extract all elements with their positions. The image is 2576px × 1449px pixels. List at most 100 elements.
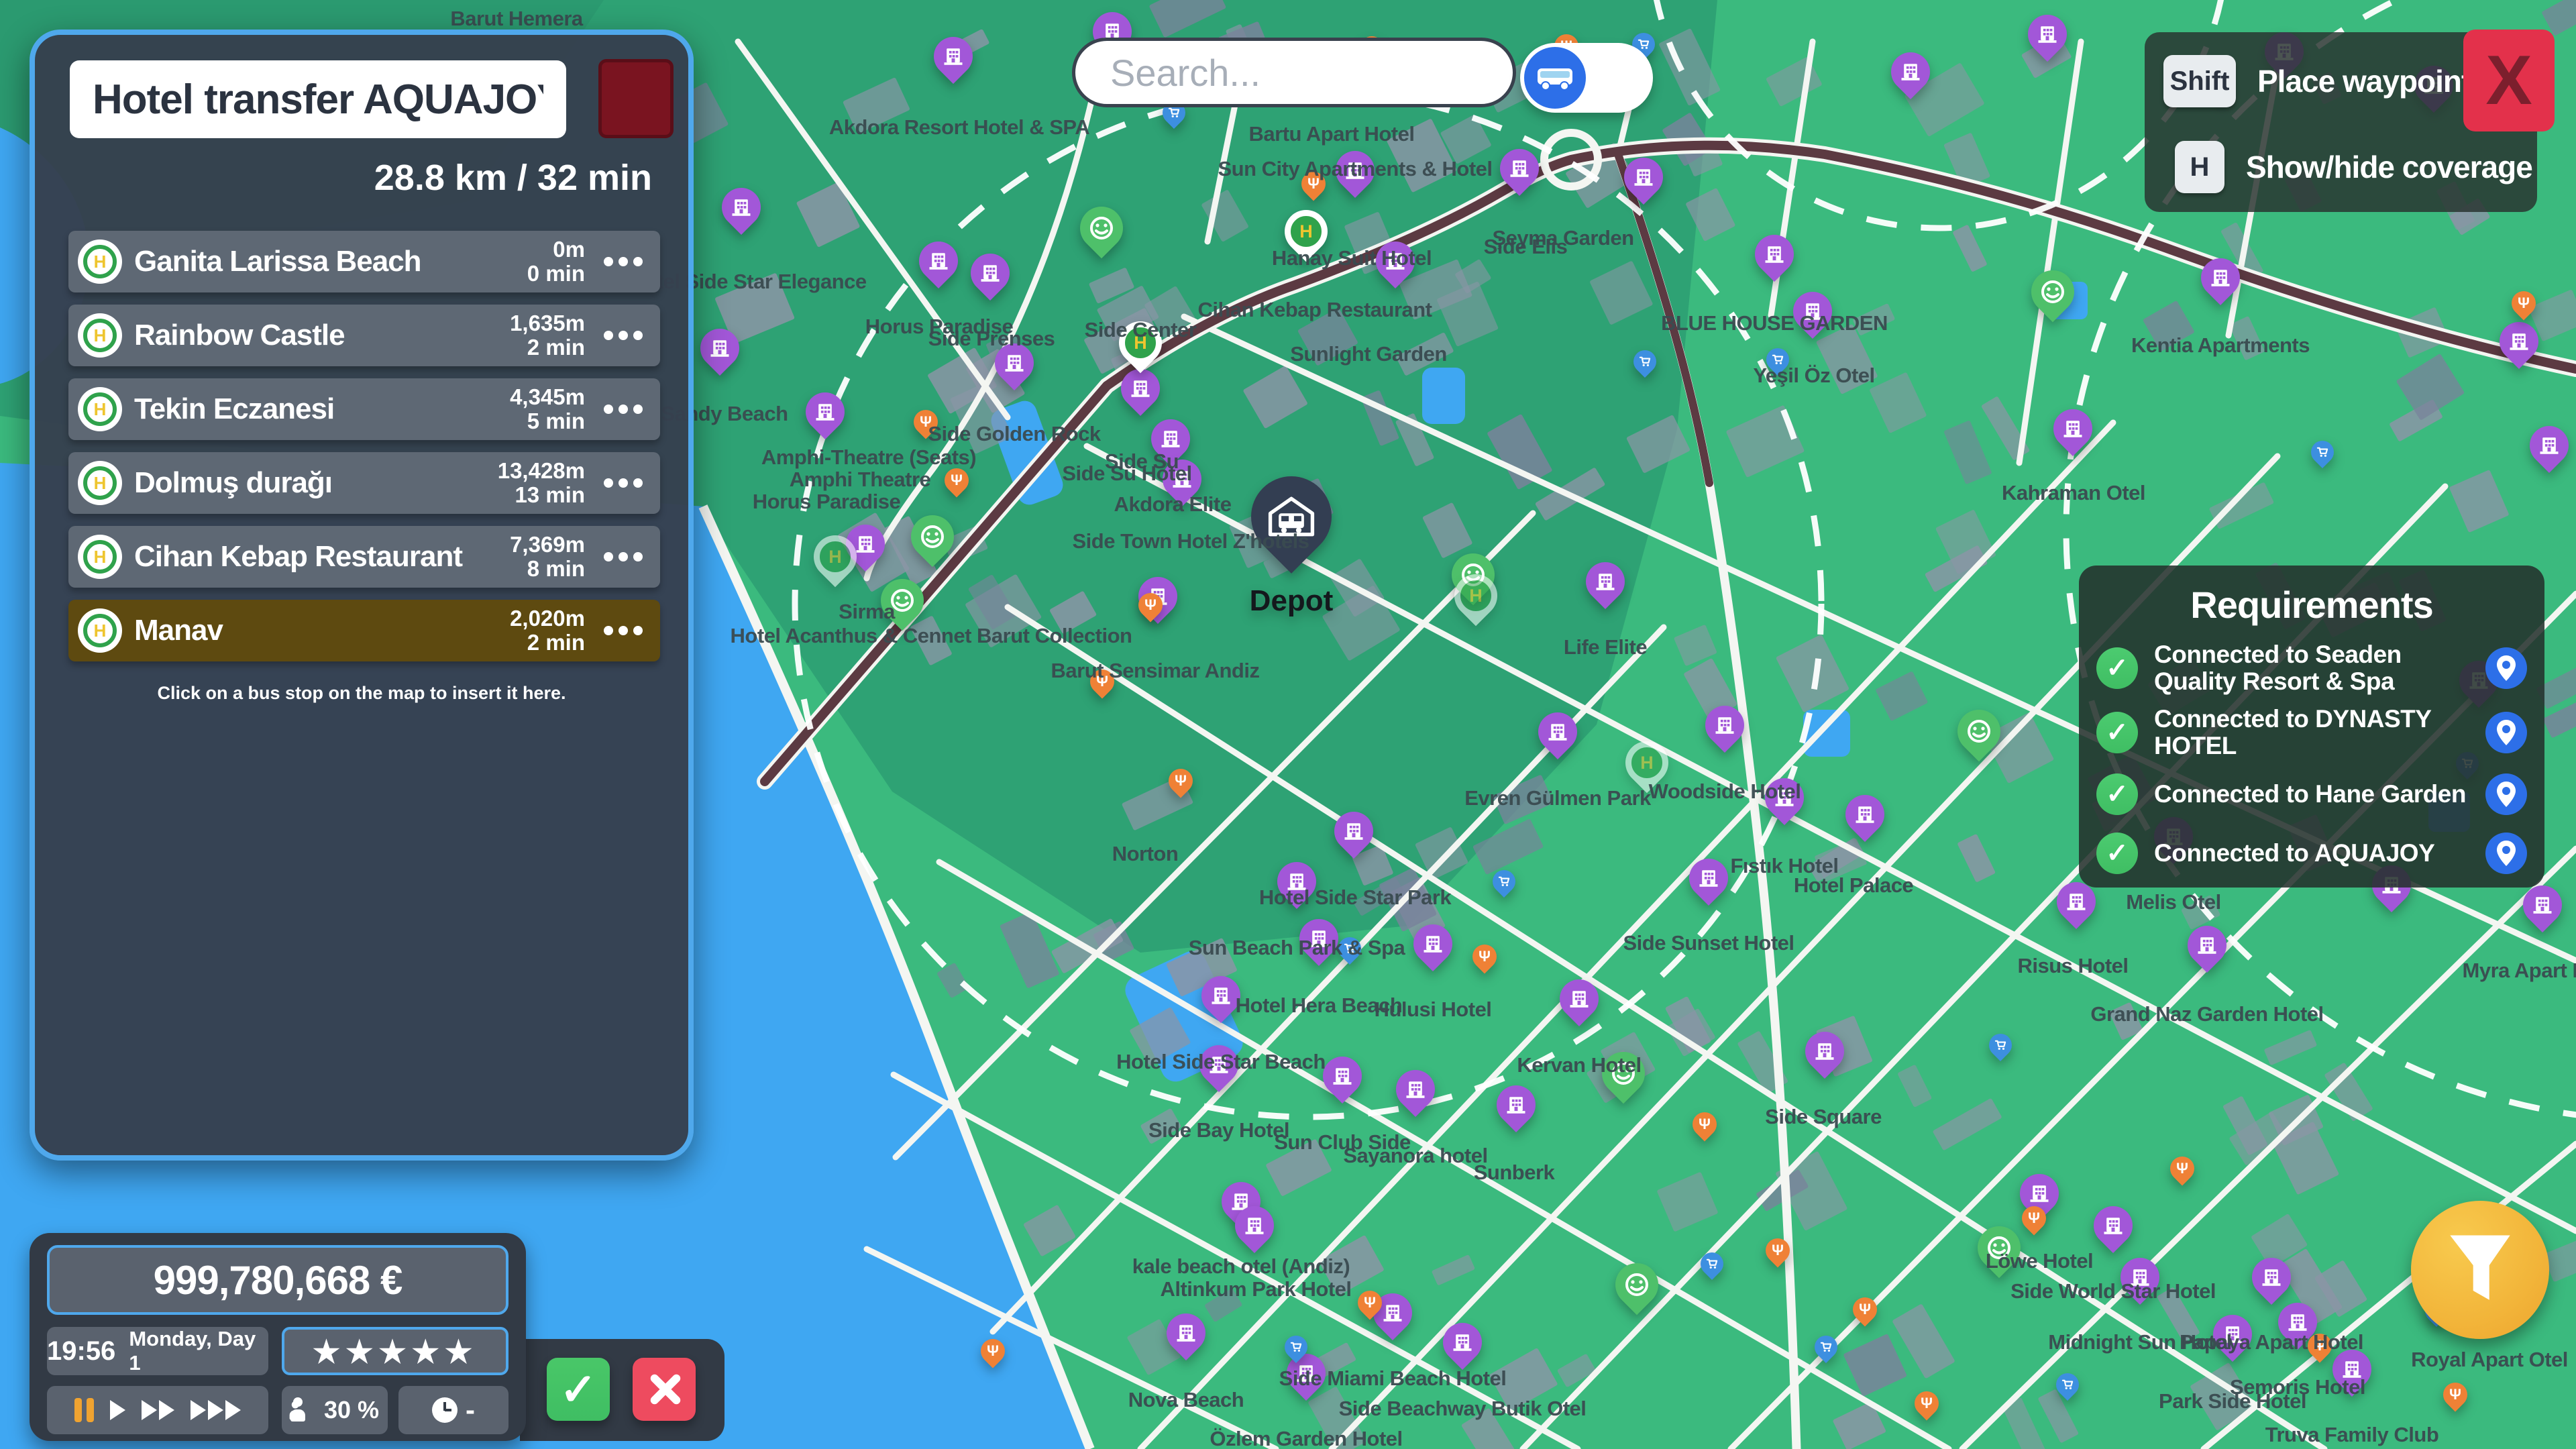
stop-options-button[interactable] [600, 327, 647, 344]
check-circle-icon: ✓ [2096, 773, 2138, 815]
route-stop-row[interactable]: H Cihan Kebap Restaurant 7,369m 8 min [68, 526, 660, 588]
requirement-row: ✓ Connected to Seaden Quality Resort & S… [2096, 641, 2527, 695]
passenger-percentage[interactable]: 30 % [282, 1386, 388, 1434]
clock-text: 19:56 [47, 1336, 115, 1366]
stop-metrics: 1,635m 2 min [510, 311, 585, 360]
hud-confirm-tray: ✓ [520, 1339, 724, 1441]
bus-icon [1524, 47, 1586, 109]
route-editor-panel: 28.8 km / 32 min H Ganita Larissa Beach … [30, 30, 694, 1161]
stop-time: 5 min [527, 409, 585, 433]
stop-options-button[interactable] [600, 622, 647, 639]
bus-stop-icon: H [78, 535, 122, 579]
filter-button[interactable] [2411, 1201, 2549, 1339]
route-stops-list: H Ganita Larissa Beach 0m 0 min H Rainbo… [68, 231, 660, 674]
search-bar [1072, 38, 1516, 107]
help-label-waypoint: Place waypoint [2257, 63, 2471, 99]
schedule-mode-text: - [466, 1394, 475, 1426]
game-viewport[interactable]: ΨΨΨΨΨΨΨΨΨΨΨΨΨΨΨΨΨΨΨΨΨΨHHHHHDepotBarut He… [0, 0, 2576, 1449]
stop-name: Manav [134, 614, 510, 647]
bus-stop-icon: H [78, 387, 122, 431]
requirement-text: Connected to Seaden Quality Resort & Spa [2154, 641, 2469, 695]
cancel-x-icon [646, 1371, 682, 1407]
vehicle-toggle[interactable] [1520, 43, 1653, 113]
requirements-panel: Requirements ✓ Connected to Seaden Quali… [2079, 566, 2544, 888]
clock-icon [432, 1397, 458, 1423]
locate-pin-button[interactable] [2485, 712, 2527, 753]
stop-options-button[interactable] [600, 400, 647, 418]
bus-stop-icon: H [78, 608, 122, 653]
stop-distance: 7,369m [510, 533, 585, 557]
fast-forward-button[interactable] [142, 1400, 174, 1420]
star-rating: ★★★★★ [282, 1327, 508, 1375]
locate-pin-button[interactable] [2485, 833, 2527, 874]
speed-controls [47, 1386, 268, 1434]
stop-time: 2 min [527, 335, 585, 360]
requirement-text: Connected to DYNASTY HOTEL [2154, 706, 2469, 759]
stop-distance: 0m [553, 237, 585, 262]
stop-metrics: 0m 0 min [527, 237, 585, 286]
requirement-row: ✓ Connected to DYNASTY HOTEL [2096, 706, 2527, 759]
stop-options-button[interactable] [600, 548, 647, 566]
stop-options-button[interactable] [600, 253, 647, 270]
stop-metrics: 4,345m 5 min [510, 385, 585, 434]
hud-panel: 999,780,668 € 19:56 Monday, Day 1 ★★★★★ … [30, 1233, 526, 1441]
passengers-icon [290, 1397, 317, 1423]
route-color-swatch[interactable] [598, 59, 674, 138]
help-row-coverage: H Show/hide coverage [2145, 130, 2537, 204]
stop-distance: 1,635m [510, 311, 585, 335]
stops-hint: Click on a bus stop on the map to insert… [35, 683, 688, 704]
bus-stop-icon: H [78, 461, 122, 505]
help-label-coverage: Show/hide coverage [2246, 149, 2532, 185]
stop-name: Rainbow Castle [134, 319, 510, 352]
route-stop-row[interactable]: H Manav 2,020m 2 min [68, 600, 660, 661]
bus-stop-icon: H [78, 239, 122, 284]
route-summary: 28.8 km / 32 min [374, 157, 652, 199]
stop-name: Ganita Larissa Beach [134, 245, 527, 278]
stop-metrics: 2,020m 2 min [510, 606, 585, 655]
requirement-row: ✓ Connected to AQUAJOY [2096, 829, 2527, 877]
pause-button[interactable] [74, 1398, 94, 1422]
stop-options-button[interactable] [600, 474, 647, 492]
time-display: 19:56 Monday, Day 1 [47, 1327, 268, 1375]
date-text: Monday, Day 1 [129, 1327, 268, 1375]
stop-name: Tekin Eczanesi [134, 392, 510, 426]
route-stop-row[interactable]: H Rainbow Castle 1,635m 2 min [68, 305, 660, 366]
cancel-button[interactable] [633, 1358, 696, 1421]
check-circle-icon: ✓ [2096, 833, 2138, 874]
bus-stop-icon: H [78, 313, 122, 358]
check-circle-icon: ✓ [2096, 712, 2138, 753]
stop-metrics: 13,428m 13 min [498, 459, 585, 508]
money-display: 999,780,668 € [47, 1245, 508, 1315]
requirements-list: ✓ Connected to Seaden Quality Resort & S… [2096, 641, 2527, 877]
requirement-text: Connected to Hane Garden [2154, 781, 2469, 808]
stop-time: 2 min [527, 631, 585, 655]
passenger-pct-text: 30 % [324, 1396, 379, 1424]
play-button[interactable] [110, 1400, 125, 1420]
stop-time: 13 min [515, 483, 585, 507]
requirement-text: Connected to AQUAJOY [2154, 840, 2469, 867]
fastest-forward-button[interactable] [191, 1400, 241, 1420]
stop-metrics: 7,369m 8 min [510, 533, 585, 582]
stop-time: 8 min [527, 557, 585, 581]
route-stop-row[interactable]: H Dolmuş durağı 13,428m 13 min [68, 452, 660, 514]
route-stop-row[interactable]: H Ganita Larissa Beach 0m 0 min [68, 231, 660, 292]
stop-distance: 4,345m [510, 385, 585, 409]
check-circle-icon: ✓ [2096, 647, 2138, 689]
confirm-button[interactable]: ✓ [547, 1358, 610, 1421]
search-input[interactable] [1075, 41, 1513, 104]
route-name-input[interactable] [70, 60, 566, 138]
shift-key-badge: Shift [2163, 55, 2236, 107]
stop-name: Dolmuş durağı [134, 466, 498, 500]
stop-name: Cihan Kebap Restaurant [134, 540, 510, 574]
route-stop-row[interactable]: H Tekin Eczanesi 4,345m 5 min [68, 378, 660, 440]
stop-distance: 13,428m [498, 459, 585, 483]
requirements-title: Requirements [2096, 583, 2527, 627]
funnel-icon [2443, 1230, 2517, 1310]
h-key-badge: H [2175, 141, 2224, 193]
locate-pin-button[interactable] [2485, 773, 2527, 815]
schedule-mode[interactable]: - [398, 1386, 508, 1434]
locate-pin-button[interactable] [2485, 647, 2527, 689]
close-button[interactable]: X [2463, 30, 2555, 131]
requirement-row: ✓ Connected to Hane Garden [2096, 770, 2527, 818]
stop-time: 0 min [527, 262, 585, 286]
